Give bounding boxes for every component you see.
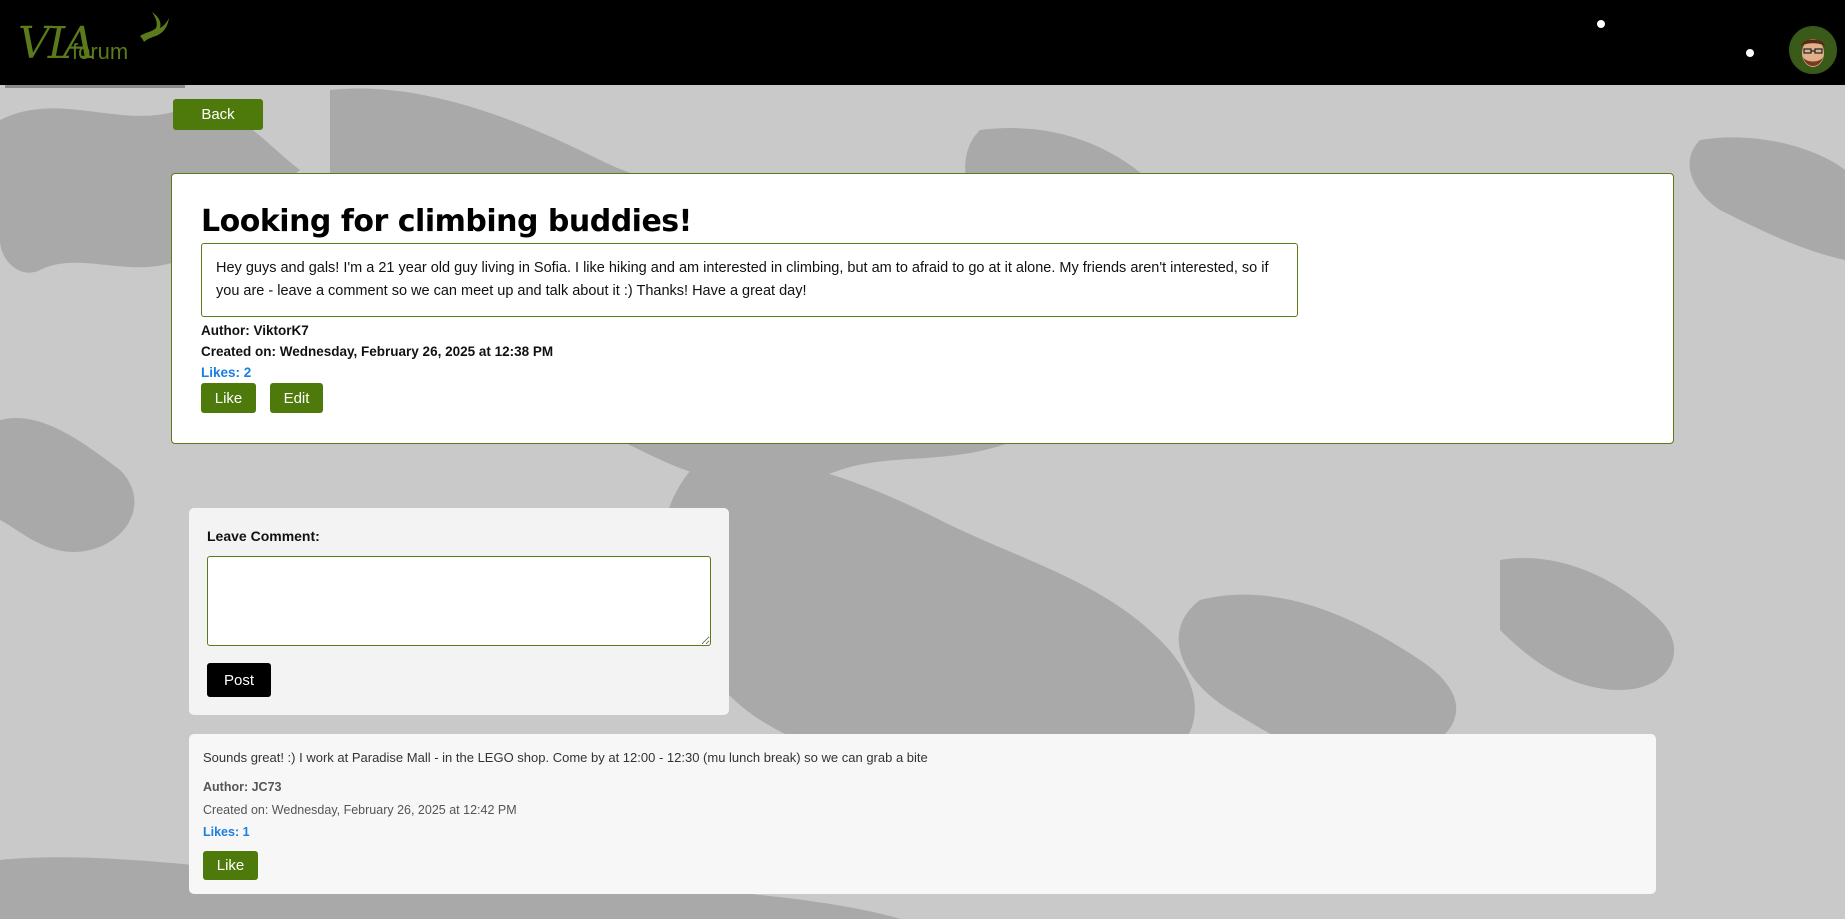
back-button[interactable]: Back <box>173 99 263 130</box>
post-comment-button[interactable]: Post <box>207 663 271 697</box>
comment-card: Sounds great! :) I work at Paradise Mall… <box>189 734 1656 894</box>
logo-subtext: forum <box>72 39 129 64</box>
nav-indicator-dot <box>1597 20 1605 28</box>
comment-textarea[interactable] <box>207 556 711 646</box>
post-created-date: Created on: Wednesday, February 26, 2025… <box>201 344 554 359</box>
top-navbar: VIA forum <box>0 0 1845 85</box>
comment-created-date: Created on: Wednesday, February 26, 2025… <box>203 803 517 817</box>
nav-indicator-dot <box>1746 49 1754 57</box>
post-card: Looking for climbing buddies! Hey guys a… <box>171 173 1674 444</box>
comment-like-button[interactable]: Like <box>203 851 258 880</box>
bird-icon <box>140 12 169 42</box>
comment-form: Leave Comment: Post <box>189 508 729 715</box>
user-avatar[interactable] <box>1789 26 1837 74</box>
edit-button[interactable]: Edit <box>270 383 323 413</box>
nav-underline <box>5 85 185 88</box>
comment-likes-count: Likes: 1 <box>203 825 250 839</box>
post-author: Author: ViktorK7 <box>201 323 309 338</box>
post-body: Hey guys and gals! I'm a 21 year old guy… <box>201 243 1298 317</box>
comment-label: Leave Comment: <box>207 528 320 544</box>
post-title: Looking for climbing buddies! <box>201 204 692 239</box>
site-logo[interactable]: VIA forum <box>18 10 178 70</box>
post-likes-count: Likes: 2 <box>201 365 252 380</box>
comment-text: Sounds great! :) I work at Paradise Mall… <box>203 750 928 765</box>
avatar-portrait-icon <box>1790 27 1836 73</box>
like-button[interactable]: Like <box>201 383 256 413</box>
comment-author: Author: JC73 <box>203 780 282 794</box>
